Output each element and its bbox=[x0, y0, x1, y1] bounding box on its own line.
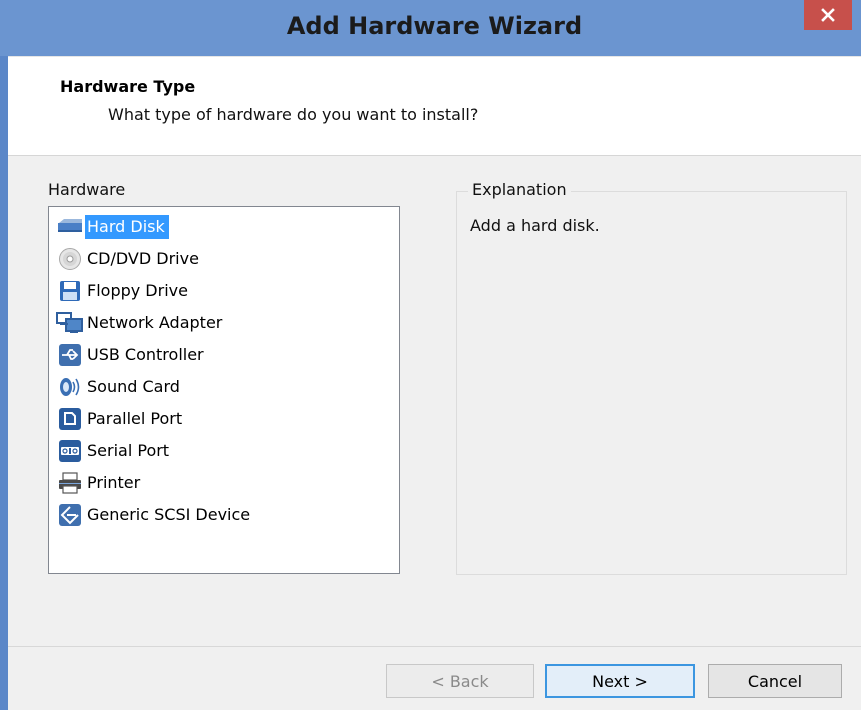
add-hardware-wizard-window: Add Hardware Wizard Hardware Type What t… bbox=[0, 0, 861, 710]
usb-icon bbox=[55, 342, 85, 368]
footer-divider bbox=[8, 646, 861, 647]
page-title: Hardware Type bbox=[60, 77, 196, 96]
list-item-label: Serial Port bbox=[87, 441, 170, 460]
scsi-icon bbox=[55, 502, 85, 528]
list-item-hard-disk[interactable]: Hard Disk bbox=[55, 213, 169, 241]
list-item-label: Generic SCSI Device bbox=[87, 505, 251, 524]
page-subtitle: What type of hardware do you want to ins… bbox=[108, 105, 479, 124]
close-icon bbox=[821, 8, 835, 22]
list-item-label: USB Controller bbox=[87, 345, 204, 364]
list-item-printer[interactable]: Printer bbox=[55, 469, 144, 497]
list-item-serial-port[interactable]: Serial Port bbox=[55, 437, 173, 465]
explanation-group bbox=[456, 191, 847, 575]
sound-card-icon bbox=[55, 374, 85, 400]
list-item-label: Printer bbox=[87, 473, 141, 492]
wizard-header: Hardware Type What type of hardware do y… bbox=[8, 56, 861, 156]
list-item-generic-scsi-device[interactable]: Generic SCSI Device bbox=[55, 501, 254, 529]
title-bar[interactable]: Add Hardware Wizard bbox=[0, 0, 861, 56]
list-item-label: CD/DVD Drive bbox=[87, 249, 199, 268]
hardware-list-label: Hardware bbox=[48, 180, 126, 199]
cd-dvd-icon bbox=[55, 246, 85, 272]
cancel-button[interactable]: Cancel bbox=[708, 664, 842, 698]
explanation-legend: Explanation bbox=[468, 180, 571, 199]
hard-disk-icon bbox=[55, 214, 85, 240]
list-item-label: Parallel Port bbox=[87, 409, 183, 428]
back-button[interactable]: < Back bbox=[386, 664, 534, 698]
list-item-label: Hard Disk bbox=[85, 215, 169, 239]
network-adapter-icon bbox=[55, 310, 85, 336]
explanation-text: Add a hard disk. bbox=[470, 216, 600, 235]
list-item-floppy-drive[interactable]: Floppy Drive bbox=[55, 277, 192, 305]
list-item-label: Sound Card bbox=[87, 377, 180, 396]
list-item-label: Floppy Drive bbox=[87, 281, 188, 300]
list-item-parallel-port[interactable]: Parallel Port bbox=[55, 405, 186, 433]
serial-port-icon bbox=[55, 438, 85, 464]
list-item-network-adapter[interactable]: Network Adapter bbox=[55, 309, 226, 337]
parallel-port-icon bbox=[55, 406, 85, 432]
list-item-usb-controller[interactable]: USB Controller bbox=[55, 341, 208, 369]
list-item-label: Network Adapter bbox=[87, 313, 223, 332]
window-title: Add Hardware Wizard bbox=[286, 12, 583, 40]
floppy-icon bbox=[55, 278, 85, 304]
list-item-sound-card[interactable]: Sound Card bbox=[55, 373, 184, 401]
printer-icon bbox=[55, 470, 85, 496]
list-item-cd-dvd-drive[interactable]: CD/DVD Drive bbox=[55, 245, 203, 273]
close-button[interactable] bbox=[804, 0, 852, 30]
hardware-list[interactable]: Hard Disk CD/DVD Drive Floppy Drive Netw… bbox=[48, 206, 400, 574]
next-button[interactable]: Next > bbox=[545, 664, 695, 698]
